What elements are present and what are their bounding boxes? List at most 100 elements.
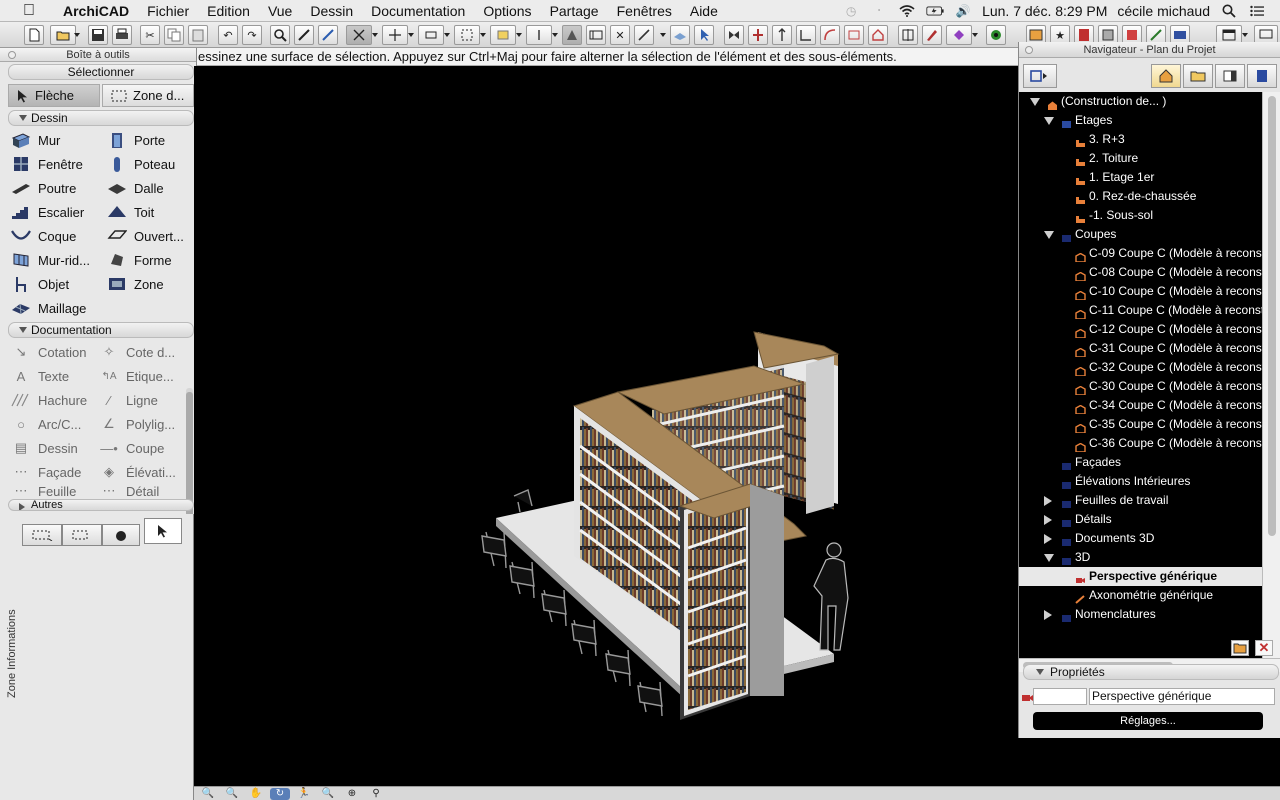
section-design[interactable]: Dessin [8, 110, 194, 126]
disclosure-closed-icon[interactable] [1044, 496, 1052, 506]
section-tool[interactable]: —• Coupe [98, 437, 164, 459]
cut-icon[interactable]: ✂ [140, 25, 160, 45]
zoom-in-icon[interactable]: 🔍 [198, 788, 218, 800]
navigator-close-icon[interactable] [1025, 46, 1033, 54]
fill-tool[interactable]: Hachure [10, 389, 87, 411]
disclosure-open-icon[interactable] [1030, 98, 1040, 106]
magic-wand-button[interactable] [102, 524, 140, 546]
new-file-icon[interactable] [24, 25, 44, 45]
zoom-options-icon[interactable]: ⚲ [366, 788, 386, 800]
fit-in-window-icon[interactable]: 🔍 [318, 788, 338, 800]
project-map-tab[interactable] [1151, 64, 1181, 88]
stair-tool[interactable]: Escalier [10, 201, 84, 223]
3d-window[interactable] [194, 66, 1018, 786]
detail-tool[interactable]: ⋯ Détail [98, 485, 160, 497]
tree-item[interactable]: C-12 Coupe C (Modèle à reconstr [1019, 320, 1262, 339]
tree-item[interactable]: Documents 3D [1019, 529, 1262, 548]
settings-button[interactable]: Réglages... [1033, 712, 1263, 730]
new-folder-icon[interactable] [1231, 640, 1249, 656]
undo-icon[interactable]: ↶ [218, 25, 238, 45]
text-tool[interactable]: A Texte [10, 365, 69, 387]
app-menu[interactable]: ArchiCAD [54, 3, 138, 19]
menu-aide[interactable]: Aide [681, 3, 727, 19]
curtain-wall-tool[interactable]: Mur-rid... [10, 249, 90, 271]
zoom-out-icon[interactable]: 🔍 [222, 788, 242, 800]
worksheet-tool[interactable]: ⋯ Feuille [10, 485, 77, 497]
pan-icon[interactable]: ✋ [246, 788, 266, 800]
disclosure-closed-icon[interactable] [1044, 534, 1052, 544]
shell-tool[interactable]: Coque [10, 225, 76, 247]
trace-icon[interactable] [562, 25, 582, 45]
tree-scroll-thumb[interactable] [1268, 96, 1276, 536]
wall-tool[interactable]: Mur [10, 129, 60, 151]
slab-tool[interactable]: Dalle [106, 177, 164, 199]
align-icon[interactable] [796, 25, 816, 45]
level-dimension-tool[interactable]: ✧ Cote d... [98, 341, 176, 363]
bluetooth-icon[interactable]: ᛫ [870, 4, 888, 18]
slab-tool-icon[interactable] [670, 25, 690, 45]
offset-icon[interactable] [844, 25, 864, 45]
time-machine-icon[interactable]: ◷ [842, 4, 860, 18]
arrow-tool-button[interactable]: Flèche [8, 84, 100, 107]
polyline-tool[interactable]: ∠ Polylig... [98, 413, 175, 435]
column-tool[interactable]: Poteau [106, 153, 175, 175]
teamwork-icon[interactable] [946, 25, 972, 45]
bimx-icon[interactable] [986, 25, 1006, 45]
section-documentation[interactable]: Documentation [8, 322, 194, 338]
disclosure-open-icon[interactable] [1044, 117, 1054, 125]
tree-item[interactable]: C-10 Coupe C (Modèle à reconstr [1019, 282, 1262, 301]
tree-item[interactable]: C-32 Coupe C (Modèle à reconstr [1019, 358, 1262, 377]
line-tool[interactable]: ∕ Ligne [98, 389, 158, 411]
roof-tool[interactable]: Toit [106, 201, 154, 223]
elevation-tool[interactable]: ⋯ Façade [10, 461, 82, 483]
drag-icon[interactable] [748, 25, 768, 45]
disclosure-closed-icon[interactable] [1044, 610, 1052, 620]
mirror-icon[interactable] [724, 25, 744, 45]
section-other[interactable]: Autres [8, 499, 194, 511]
tree-item[interactable]: Perspective générique [1019, 567, 1262, 586]
battery-icon[interactable] [926, 4, 944, 18]
menu-edition[interactable]: Edition [198, 3, 259, 19]
disclosure-open-icon[interactable] [1044, 554, 1054, 562]
redo-icon[interactable]: ↷ [242, 25, 262, 45]
zoom-menu-icon[interactable]: ⊕ [342, 788, 362, 800]
view-id-field[interactable] [1033, 688, 1087, 705]
tree-item[interactable]: -1. Sous-sol [1019, 206, 1262, 225]
view-name-field[interactable]: Perspective générique [1089, 688, 1275, 705]
tree-item[interactable]: C-08 Coupe C (Modèle à reconstr [1019, 263, 1262, 282]
copy-icon[interactable] [164, 25, 184, 45]
layout-book-tab[interactable] [1215, 64, 1245, 88]
house-3d-icon[interactable] [868, 25, 888, 45]
tree-item[interactable]: Nomenclatures [1019, 605, 1262, 624]
layer-combo-icon[interactable] [490, 25, 516, 45]
arc-tool[interactable]: ○ Arc/C... [10, 413, 81, 435]
explore-icon[interactable]: 🏃 [294, 788, 314, 800]
fillet-icon[interactable] [820, 25, 840, 45]
pointer-tool-icon[interactable] [634, 25, 654, 45]
tree-item[interactable]: (Construction de... ) [1019, 92, 1262, 111]
tree-item[interactable]: Feuilles de travail [1019, 491, 1262, 510]
morph-tool[interactable]: Forme [106, 249, 172, 271]
dimension-tool[interactable]: ↘ Cotation [10, 341, 87, 363]
pick-up-icon[interactable] [294, 25, 314, 45]
interior-elevation-tool[interactable]: ◈ Élévati... [98, 461, 176, 483]
user-name[interactable]: cécile michaud [1117, 3, 1210, 19]
tree-item[interactable]: Élévations Intérieures [1019, 472, 1262, 491]
delete-icon[interactable]: ✕ [1255, 640, 1273, 656]
tree-item[interactable]: Coupes [1019, 225, 1262, 244]
view-map-tab[interactable] [1183, 64, 1213, 88]
info-pointer-button[interactable] [144, 518, 182, 544]
menu-options[interactable]: Options [474, 3, 540, 19]
tree-item[interactable]: Etages [1019, 111, 1262, 130]
marquee-tool-button[interactable]: Zone d... [102, 84, 194, 107]
beam-tool[interactable]: Poutre [10, 177, 76, 199]
mesh-tool[interactable]: Maillage [10, 297, 86, 319]
search-icon[interactable] [1220, 4, 1238, 18]
palette-close-icon[interactable] [8, 51, 16, 59]
properties-section[interactable]: Propriétés [1023, 664, 1279, 680]
geometry-method-button[interactable] [22, 524, 62, 546]
skylight-tool[interactable]: Ouvert... [106, 225, 184, 247]
marquee-shape-button[interactable] [62, 524, 102, 546]
door-tool[interactable]: Porte [106, 129, 165, 151]
elevate-icon[interactable] [772, 25, 792, 45]
